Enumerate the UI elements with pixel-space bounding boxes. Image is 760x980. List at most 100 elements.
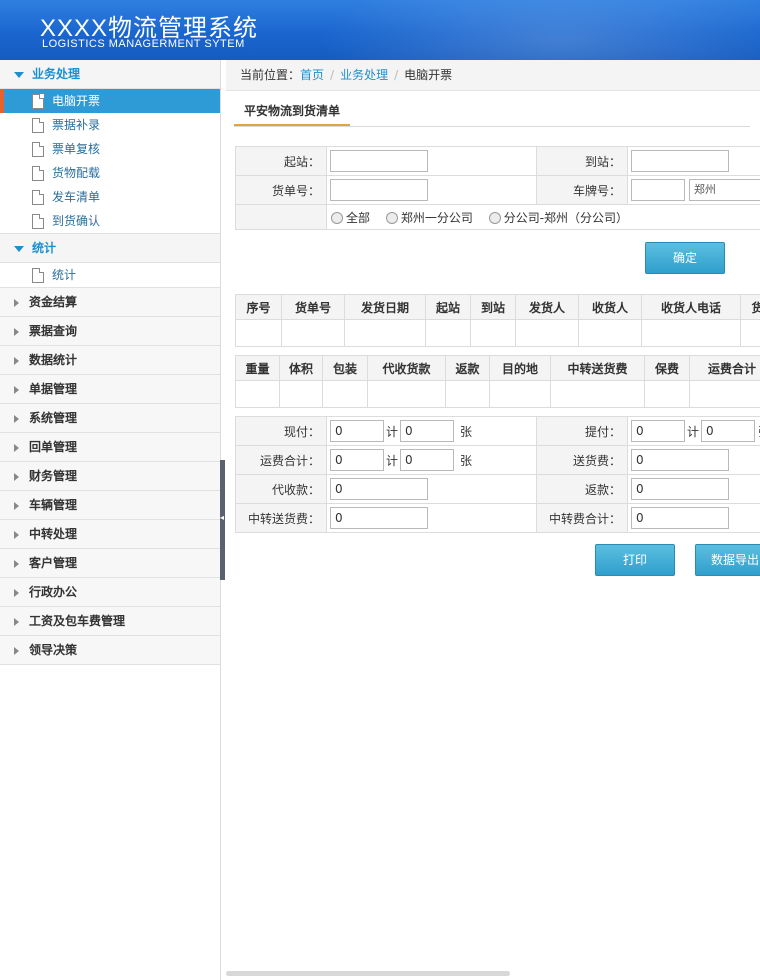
col-freight-total[interactable]: 运费合计 — [689, 355, 760, 381]
cash-count-input[interactable]: 0 — [400, 420, 455, 442]
sidebar-group-fund-settlement[interactable]: 资金结算 — [0, 288, 220, 317]
cash-label: 现付： — [235, 416, 327, 446]
breadcrumb-current: 电脑开票 — [404, 68, 453, 82]
sidebar-group-finance-management[interactable]: 财务管理 — [0, 462, 220, 491]
document-icon — [32, 268, 44, 283]
sidebar-group-salary[interactable]: 工资及包车费管理 — [0, 607, 220, 636]
chevron-right-icon — [14, 617, 19, 626]
transfer-fee-label: 中转送货费： — [235, 503, 327, 533]
sidebar-group-business[interactable]: 业务处理 — [0, 60, 220, 89]
sidebar-group-statistics[interactable]: 统计 — [0, 234, 220, 263]
chevron-right-icon — [14, 646, 19, 655]
sidebar-group-transfer[interactable]: 中转处理 — [0, 520, 220, 549]
freight-amount-input[interactable]: 0 — [330, 449, 384, 471]
horizontal-scrollbar[interactable] — [226, 971, 510, 976]
document-icon — [32, 166, 44, 181]
sidebar-item-ticket-review[interactable]: 票单复核 — [0, 137, 220, 161]
col-waybill[interactable]: 货单号 — [281, 294, 345, 320]
sidebar-group-data-statistics[interactable]: 数据统计 — [0, 346, 220, 375]
header-decoration — [300, 0, 760, 60]
transfer-total-input[interactable]: 0 — [631, 507, 729, 529]
sidebar-group-customer-management[interactable]: 客户管理 — [0, 549, 220, 578]
freight-count-input[interactable]: 0 — [400, 449, 455, 471]
breadcrumb-business[interactable]: 业务处理 — [340, 68, 388, 82]
col-arrive[interactable]: 到站 — [470, 294, 516, 320]
arrive-station-input[interactable] — [631, 150, 729, 172]
refund-input[interactable]: 0 — [631, 478, 729, 500]
col-ship-date[interactable]: 发货日期 — [344, 294, 426, 320]
col-consignee-phone[interactable]: 收货人电话 — [641, 294, 741, 320]
pickup-count-input[interactable]: 0 — [701, 420, 756, 442]
chevron-right-icon — [14, 472, 19, 481]
export-button[interactable]: 数据导出 — [695, 544, 760, 576]
breadcrumb-home[interactable]: 首页 — [300, 68, 324, 82]
delivery-fee-input[interactable]: 0 — [631, 449, 729, 471]
print-button[interactable]: 打印 — [595, 544, 675, 576]
sidebar-group-receipt-management[interactable]: 回单管理 — [0, 433, 220, 462]
sidebar-item-cargo-loading[interactable]: 货物配载 — [0, 161, 220, 185]
cash-amount-input[interactable]: 0 — [330, 420, 384, 442]
chevron-right-icon — [14, 298, 19, 307]
fee-grid: 重量 体积 包装 代收货款 返款 目的地 中转送货费 保费 运费合计 — [235, 355, 760, 408]
document-icon — [32, 142, 44, 157]
collapse-arrow-icon: ◂ — [220, 513, 225, 522]
col-volume[interactable]: 体积 — [279, 355, 323, 381]
cod-input[interactable]: 0 — [330, 478, 428, 500]
plate-number-input[interactable] — [631, 179, 685, 201]
waybill-input[interactable] — [330, 179, 428, 201]
sidebar-item-departure-list[interactable]: 发车清单 — [0, 185, 220, 209]
start-station-input[interactable] — [330, 150, 428, 172]
chevron-right-icon — [14, 588, 19, 597]
chevron-right-icon — [14, 327, 19, 336]
col-consignee[interactable]: 收货人 — [578, 294, 642, 320]
col-start[interactable]: 起站 — [425, 294, 471, 320]
sidebar-group-ticket-query[interactable]: 票据查询 — [0, 317, 220, 346]
sidebar-item-arrival-confirm[interactable]: 到货确认 — [0, 209, 220, 234]
radio-zhengzhou-branch-1[interactable] — [385, 212, 398, 224]
pickup-label: 提付： — [536, 416, 628, 446]
sidebar-splitter[interactable]: ◂ — [220, 460, 225, 580]
delivery-fee-label: 送货费： — [536, 445, 628, 475]
sidebar-group-document-management[interactable]: 单据管理 — [0, 375, 220, 404]
col-transfer-fee[interactable]: 中转送货费 — [550, 355, 645, 381]
refund-label: 返款： — [536, 474, 628, 504]
sidebar-group-office[interactable]: 行政办公 — [0, 578, 220, 607]
tab-arrival-list[interactable]: 平安物流到货清单 — [234, 100, 351, 126]
chevron-right-icon — [14, 443, 19, 452]
transfer-fee-input[interactable]: 0 — [330, 507, 428, 529]
col-goods[interactable]: 货 — [740, 294, 760, 320]
table-row — [235, 380, 760, 408]
col-package[interactable]: 包装 — [322, 355, 368, 381]
chevron-right-icon — [14, 501, 19, 510]
branch-radio-group: 全部 郑州一分公司 分公司-郑州（分公司） — [326, 204, 760, 230]
document-icon — [32, 118, 44, 133]
cod-label: 代收款： — [235, 474, 327, 504]
plate-city-input[interactable]: 郑州 — [688, 179, 760, 201]
sidebar-group-vehicle-management[interactable]: 车辆管理 — [0, 491, 220, 520]
pickup-amount-input[interactable]: 0 — [631, 420, 685, 442]
freight-total-label: 运费合计： — [235, 445, 327, 475]
col-destination[interactable]: 目的地 — [489, 355, 551, 381]
document-icon — [32, 94, 44, 109]
col-weight[interactable]: 重量 — [235, 355, 280, 381]
sidebar: 业务处理 电脑开票 票据补录 票单复核 货物配载 发车清单 到货确认 统计 统计… — [0, 60, 221, 980]
sidebar-group-system-management[interactable]: 系统管理 — [0, 404, 220, 433]
app-subtitle: LOGISTICS MANAGERMENT SYTEM — [42, 38, 245, 50]
col-refund[interactable]: 返款 — [445, 355, 490, 381]
sidebar-item-statistics[interactable]: 统计 — [0, 263, 220, 288]
col-insurance[interactable]: 保费 — [644, 355, 690, 381]
app-header: XXXX物流管理系统 LOGISTICS MANAGERMENT SYTEM — [0, 0, 760, 60]
table-row — [235, 319, 760, 347]
sidebar-item-ticket-supplement[interactable]: 票据补录 — [0, 113, 220, 137]
sidebar-group-leadership[interactable]: 领导决策 — [0, 636, 220, 665]
document-icon — [32, 190, 44, 205]
search-form: 起站： 到站： 货单号： 车牌号： 郑州 全部 郑州一分公司 分公司-郑州（分公… — [235, 146, 760, 230]
radio-all[interactable] — [331, 212, 343, 224]
confirm-button[interactable]: 确定 — [645, 242, 725, 274]
col-shipper[interactable]: 发货人 — [515, 294, 579, 320]
radio-branch-zhengzhou[interactable] — [488, 212, 501, 224]
col-cod[interactable]: 代收货款 — [367, 355, 446, 381]
chevron-right-icon — [14, 559, 19, 568]
col-seq[interactable]: 序号 — [235, 294, 282, 320]
sidebar-item-computer-ticket[interactable]: 电脑开票 — [0, 89, 220, 113]
